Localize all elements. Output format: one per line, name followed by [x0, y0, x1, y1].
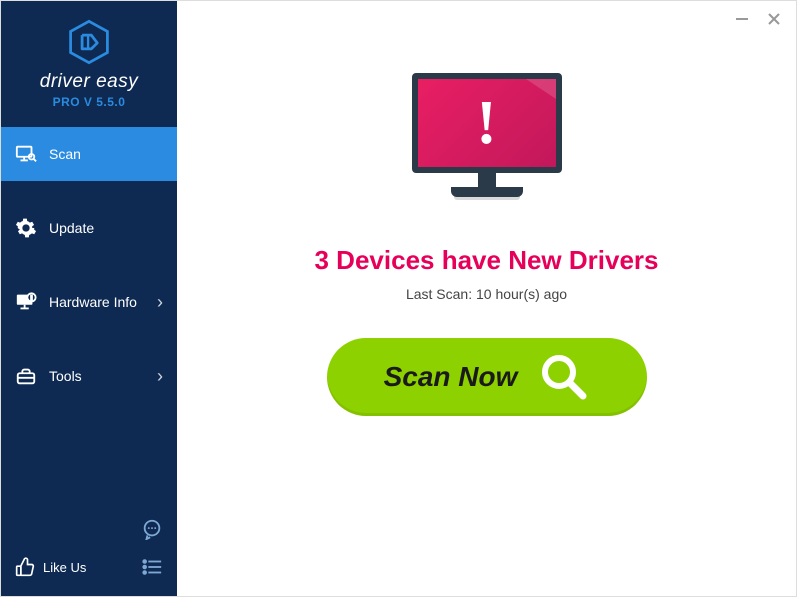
scan-now-button[interactable]: Scan Now: [327, 338, 647, 416]
nav-label: Hardware Info: [49, 294, 157, 310]
menu-icon[interactable]: [141, 556, 163, 578]
exclamation-icon: !: [476, 88, 497, 159]
monitor-info-icon: i: [15, 291, 37, 313]
toolbox-icon: [15, 365, 37, 387]
nav-update[interactable]: Update: [1, 201, 177, 255]
chevron-right-icon: ›: [157, 366, 163, 387]
magnify-icon: [539, 352, 589, 402]
logo-area: driver easy PRO V 5.5.0: [1, 1, 177, 121]
nav: Scan Update i: [1, 127, 177, 518]
sidebar: driver easy PRO V 5.5.0 Scan: [1, 1, 177, 596]
nav-scan[interactable]: Scan: [1, 127, 177, 181]
feedback-icon[interactable]: [141, 518, 163, 540]
nav-label: Tools: [49, 368, 157, 384]
nav-tools[interactable]: Tools ›: [1, 349, 177, 403]
last-scan-label: Last Scan: 10 hour(s) ago: [406, 286, 567, 302]
scan-now-label: Scan Now: [384, 361, 518, 393]
thumbs-up-icon: [15, 557, 35, 577]
brand-name: driver easy: [1, 71, 177, 93]
like-us-label: Like Us: [43, 560, 86, 575]
nav-label: Scan: [49, 146, 163, 162]
svg-text:i: i: [31, 295, 33, 302]
monitor-search-icon: [15, 143, 37, 165]
close-button[interactable]: [766, 11, 782, 27]
nav-hardware-info[interactable]: i Hardware Info ›: [1, 275, 177, 329]
version-label: PRO V 5.5.0: [1, 95, 177, 109]
nav-label: Update: [49, 220, 163, 236]
chevron-right-icon: ›: [157, 292, 163, 313]
minimize-button[interactable]: [734, 11, 750, 27]
main-content: ! 3 Devices have New Drivers Last Scan: …: [177, 1, 796, 596]
app-logo-icon: [1, 19, 177, 65]
like-us-button[interactable]: Like Us: [15, 557, 86, 577]
alert-monitor-graphic: !: [402, 73, 572, 223]
gear-icon: [15, 217, 37, 239]
status-headline: 3 Devices have New Drivers: [315, 245, 659, 276]
